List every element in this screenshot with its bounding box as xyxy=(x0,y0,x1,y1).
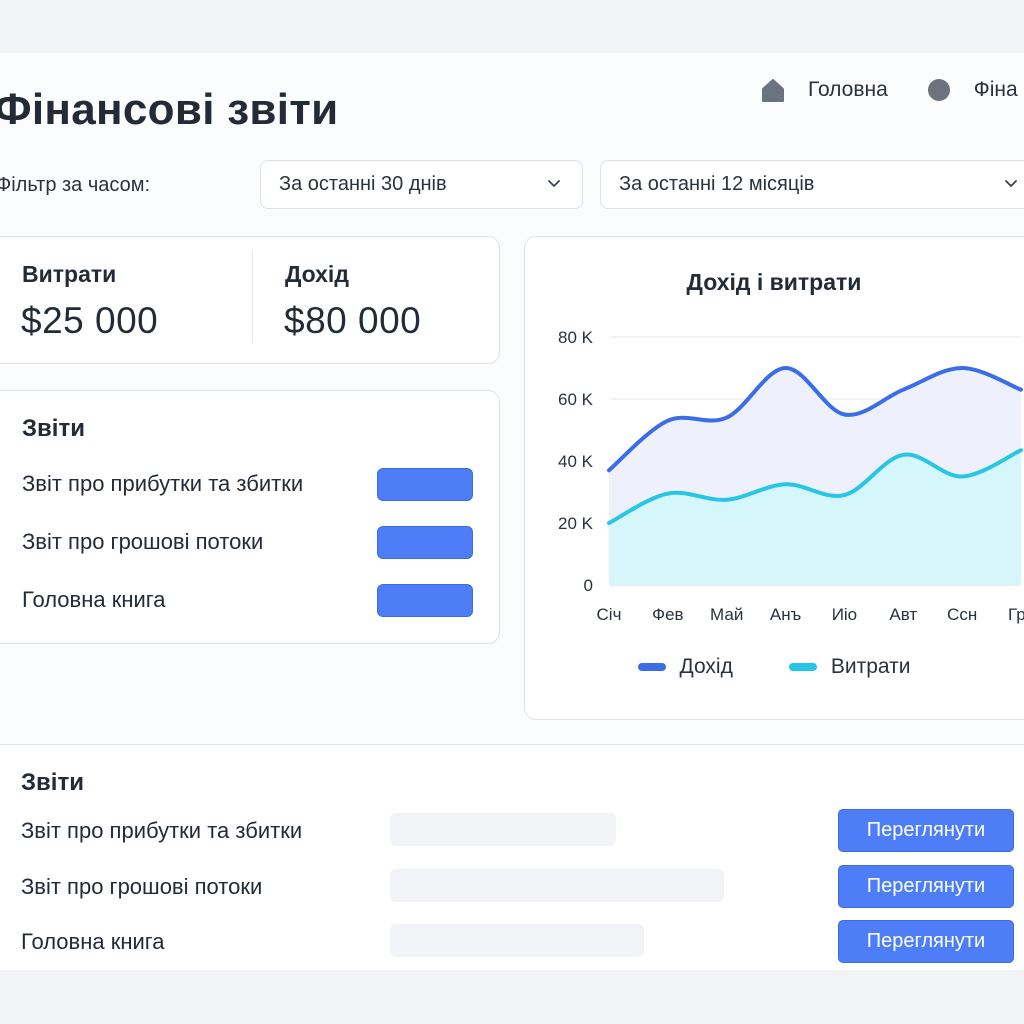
nav-home-label: Головна xyxy=(808,78,888,101)
view-button-profit-loss[interactable]: Переглянути xyxy=(838,809,1014,852)
bottom-report-cash-flow: Звіт про грошові потоки xyxy=(21,874,263,899)
y-tick-label: 40 K xyxy=(558,452,594,471)
x-tick-label: Січ xyxy=(597,605,622,624)
expenses-value: $25 000 xyxy=(21,300,159,341)
bottom-report-profit-loss: Звіт про прибутки та збитки xyxy=(21,818,303,843)
chevron-down-icon xyxy=(548,180,560,187)
nav-finance-label: Фіна xyxy=(973,78,1018,101)
x-tick-label: Ссн xyxy=(947,605,977,624)
reports-card-title: Звіти xyxy=(22,415,85,442)
page: Фінансові звіти Головна Фіна Фільтр за ч… xyxy=(0,53,1024,970)
x-tick-label: Май xyxy=(710,605,743,624)
period-select-30-days-value: За останні 30 днів xyxy=(279,173,447,195)
home-icon xyxy=(760,77,786,103)
legend-label-expenses: Витрати xyxy=(830,655,911,678)
reports-card-button-profit-loss[interactable] xyxy=(377,468,473,501)
legend-item-income: Дохід xyxy=(637,655,733,679)
circle-icon xyxy=(926,77,952,103)
bottom-report-bar-profit-loss xyxy=(390,813,616,846)
view-button-general-ledger[interactable]: Переглянути xyxy=(838,920,1014,963)
bottom-report-general-ledger: Головна книга xyxy=(21,929,165,954)
legend-item-expenses: Витрати xyxy=(788,655,911,679)
expenses-label: Витрати xyxy=(22,261,117,287)
legend-swatch-income xyxy=(637,663,666,671)
x-tick-label: Гру xyxy=(1008,605,1024,624)
legend-label-income: Дохід xyxy=(679,655,733,678)
bottom-reports-title: Звіти xyxy=(21,769,84,796)
bottom-report-bar-cash-flow xyxy=(390,869,724,902)
page-title: Фінансові звіти xyxy=(0,85,339,134)
y-tick-label: 0 xyxy=(584,576,593,595)
period-select-12-months[interactable]: За останні 12 місяців xyxy=(600,160,1024,209)
income-value: $80 000 xyxy=(284,300,422,341)
x-tick-label: Авт xyxy=(889,605,917,624)
nav-home[interactable]: Головна xyxy=(760,77,888,103)
y-tick-label: 20 K xyxy=(558,514,594,533)
period-select-12-months-value: За останні 12 місяців xyxy=(619,173,815,195)
bottom-report-bar-general-ledger xyxy=(390,924,644,957)
chevron-down-icon xyxy=(1005,180,1017,187)
x-tick-label: Иiо xyxy=(832,605,857,624)
reports-card-button-cash-flow[interactable] xyxy=(377,526,473,559)
period-select-30-days[interactable]: За останні 30 днів xyxy=(260,160,583,209)
legend-swatch-expenses xyxy=(788,663,817,671)
y-tick-label: 60 K xyxy=(558,390,594,409)
y-tick-label: 80 K xyxy=(558,328,594,347)
chart-title: Дохід і витрати xyxy=(686,269,862,295)
reports-card-button-general-ledger[interactable] xyxy=(377,584,473,617)
nav-finance[interactable]: Фіна xyxy=(926,77,1018,103)
reports-card: Звіти Звіт про прибутки та збитки Звіт п… xyxy=(0,390,500,644)
income-expenses-chart: 0 20 K 40 K 60 K 80 K Січ Фев Май Анъ Иiо Авт Ссн Гр… xyxy=(558,328,1024,624)
x-tick-label: Фев xyxy=(652,605,683,624)
metrics-divider xyxy=(252,251,253,343)
chart-legend: Дохід Витрати xyxy=(525,655,1023,679)
income-label: Дохід xyxy=(285,261,349,287)
time-filter-label: Фільтр за часом: xyxy=(0,174,151,196)
reports-card-item-profit-loss: Звіт про прибутки та збитки xyxy=(22,471,304,496)
chart-card: Дохід і витрати 0 20 K 40 K 60 K 80 K Січ Фев М… xyxy=(524,236,1024,720)
top-nav: Головна Фіна xyxy=(760,77,1018,103)
bottom-reports-section: Звіти Звіт про прибутки та збитки Перегл… xyxy=(0,744,1024,970)
reports-card-item-cash-flow: Звіт про грошові потоки xyxy=(22,529,264,554)
reports-card-item-general-ledger: Головна книга xyxy=(22,587,166,612)
view-button-cash-flow[interactable]: Переглянути xyxy=(838,865,1014,908)
metrics-card: Витрати $25 000 Дохід $80 000 xyxy=(0,236,500,364)
x-tick-label: Анъ xyxy=(770,605,801,624)
